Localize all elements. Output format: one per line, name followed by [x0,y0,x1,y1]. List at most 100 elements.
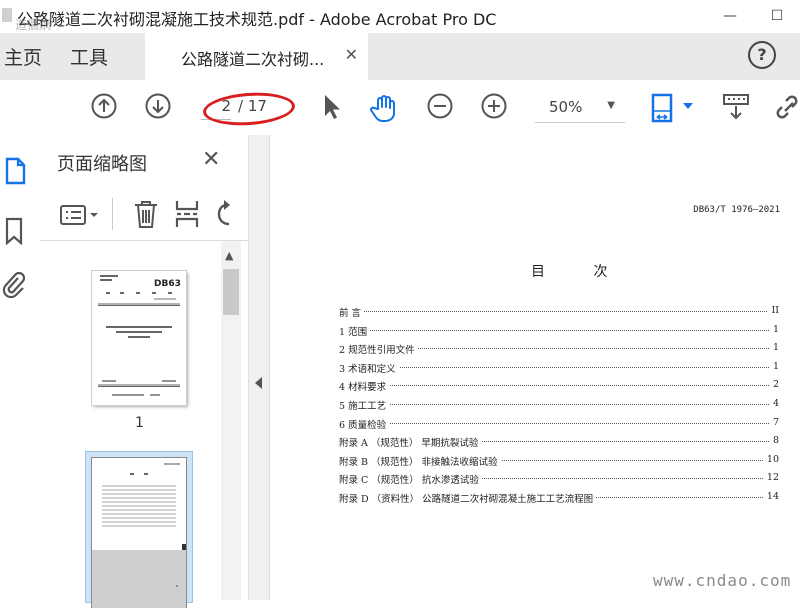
help-icon[interactable]: ? [748,41,776,69]
panel-collapse-bar[interactable] [248,135,270,600]
minimize-button[interactable]: — [707,0,753,33]
attachments-nav[interactable] [2,270,26,300]
toc-entry-page: 1 [769,323,779,335]
window-title: 公路隧道二次衬砌混凝施工技术规范.pdf - Adobe Acrobat Pro… [17,10,497,29]
toc-leader-dots [339,366,779,368]
thumbnail-options-button[interactable] [60,203,102,227]
toc-row[interactable]: 3 术语和定义 1 [339,360,779,380]
toc-row[interactable]: 5 施工工艺 4 [339,397,779,417]
toc-row[interactable]: 4 材料要求 2 [339,379,779,398]
page-thumbnail-2 [92,458,186,608]
extract-pages-icon [175,201,199,227]
paperclip-icon [2,271,26,299]
toc-leader-dots [339,403,779,405]
panel-title: 页面缩略图 [57,154,147,175]
standard-number: DB63/T 1976—2021 [693,205,780,215]
toc-entry-label: 5 施工工艺 [339,397,390,412]
toc-entry-page: II [768,305,779,316]
arrow-up-circle-icon [91,93,117,119]
rotate-icon [217,200,230,226]
tab-bar: 主页 工具 公路隧道二次衬砌... ✕ ? [0,33,800,80]
watermark-top-left: 造價網 [15,18,52,32]
table-of-contents: 前 言 II 1 范围 1 2 规范性引用文件 1 3 术语和定义 1 4 材料要求 2 5 施工工… [339,305,779,510]
cover-page-preview: DB63 [98,275,181,396]
toc-row[interactable]: 前 言 II [339,305,779,324]
previous-page-button[interactable] [91,93,117,121]
zoom-out-button[interactable] [427,93,453,121]
tab-tools[interactable]: 工具 [70,43,108,70]
scrollbar-thumb[interactable] [223,269,239,315]
minus-circle-icon [427,93,453,119]
extract-page-button[interactable] [174,199,200,229]
toc-entry-page: 7 [769,416,779,428]
toc-row[interactable]: 6 质量检验 7 [339,416,779,436]
toc-entry-label: 附录 A （规范性） 早期抗裂试验 [339,435,482,450]
page-thumbnail-1[interactable]: DB63 [92,271,186,405]
toc-row[interactable]: 1 范围 1 [339,323,779,343]
select-tool-button[interactable] [322,93,342,121]
panel-toolbar [40,190,248,241]
share-link-button[interactable] [775,93,800,121]
toc-row[interactable]: 附录 D （资料性） 公路隧道二次衬砌混凝土施工工艺流程图 14 [339,490,779,510]
toc-entry-label: 2 规范性引用文件 [339,342,418,357]
hand-icon [370,95,395,122]
page-thumbnails-icon [5,157,26,185]
title-bar: 公路隧道二次衬砌混凝施工技术规范.pdf - Adobe Acrobat Pro… [0,0,800,33]
toc-entry-page: 1 [769,342,779,354]
chevron-down-icon: ▼ [607,100,615,111]
toolbar: 2 / 17 50% ▼ [0,80,800,136]
toc-entry-label: 前 言 [339,305,365,319]
toc-entry-label: 4 材料要求 [339,379,390,394]
hand-tool-button[interactable] [369,93,401,122]
toc-entry-label: 6 质量检验 [339,416,390,431]
document-view: DB63/T 1976—2021 目 次 前 言 II 1 范围 1 2 规范性引用文件… [270,135,800,600]
restore-button[interactable]: ☐ [754,0,800,33]
fit-page-icon [651,93,693,123]
tab-close-icon[interactable]: ✕ [345,45,358,64]
tab-document-label: 公路隧道二次衬砌... [181,50,325,69]
cursor-arrow-icon [325,95,340,119]
toc-leader-dots [339,385,779,387]
toolbar-divider [112,198,113,230]
scrolling-mode-button[interactable] [722,93,750,121]
thumbnail-label-1: 1 [135,415,144,431]
acrobat-app-icon [2,8,12,22]
scroll-up-icon[interactable]: ▲ [225,249,233,262]
options-menu-icon [60,205,98,225]
next-page-button[interactable] [145,93,171,121]
collapse-left-icon [255,377,262,389]
thumbnail-header-text: DB63 [154,279,181,289]
toc-leader-dots [339,311,779,312]
toc-entry-page: 2 [769,379,779,391]
toc-entry-page: 12 [763,472,779,484]
thumbnails-panel: 页面缩略图 ✕ DB63 1 ▲ [40,135,248,608]
toc-entry-label: 1 范围 [339,323,371,338]
thumbnails-scrollbar[interactable]: ▲ [221,241,241,600]
toc-entry-label: 3 术语和定义 [339,360,399,375]
toc-row[interactable]: 附录 A （规范性） 早期抗裂试验 8 [339,435,779,454]
zoom-in-button[interactable] [481,93,507,121]
rotate-page-button[interactable] [213,199,235,229]
toc-row[interactable]: 附录 B （规范性） 非接触法收缩试验 10 [339,453,779,473]
tab-document[interactable]: 公路隧道二次衬砌... ✕ [145,33,368,80]
zoom-value: 50% [549,98,583,116]
toc-entry-label: 附录 D （资料性） 公路隧道二次衬砌混凝土施工工艺流程图 [339,490,597,505]
toc-leader-dots [339,329,779,331]
page-thumbnails-nav[interactable] [3,157,27,185]
toc-leader-dots [339,422,779,424]
delete-page-button[interactable] [133,199,159,229]
bookmarks-nav[interactable] [4,217,24,245]
toc-title: 目 次 [531,264,630,280]
plus-circle-icon [481,93,507,119]
arrow-down-circle-icon [145,93,171,119]
toc-row[interactable]: 附录 C （规范性） 抗水渗透试验 12 [339,472,779,491]
page-thumbnail-2-selected[interactable] [85,451,193,608]
tab-home[interactable]: 主页 [4,43,42,70]
panel-close-icon[interactable]: ✕ [202,147,220,172]
trash-icon [135,201,157,228]
toc-row[interactable]: 2 规范性引用文件 1 [339,342,779,361]
navigation-strip [0,135,41,600]
toc-entry-page: 8 [769,435,779,447]
page-fit-button[interactable] [650,93,696,123]
zoom-select[interactable]: 50% ▼ [535,92,625,123]
